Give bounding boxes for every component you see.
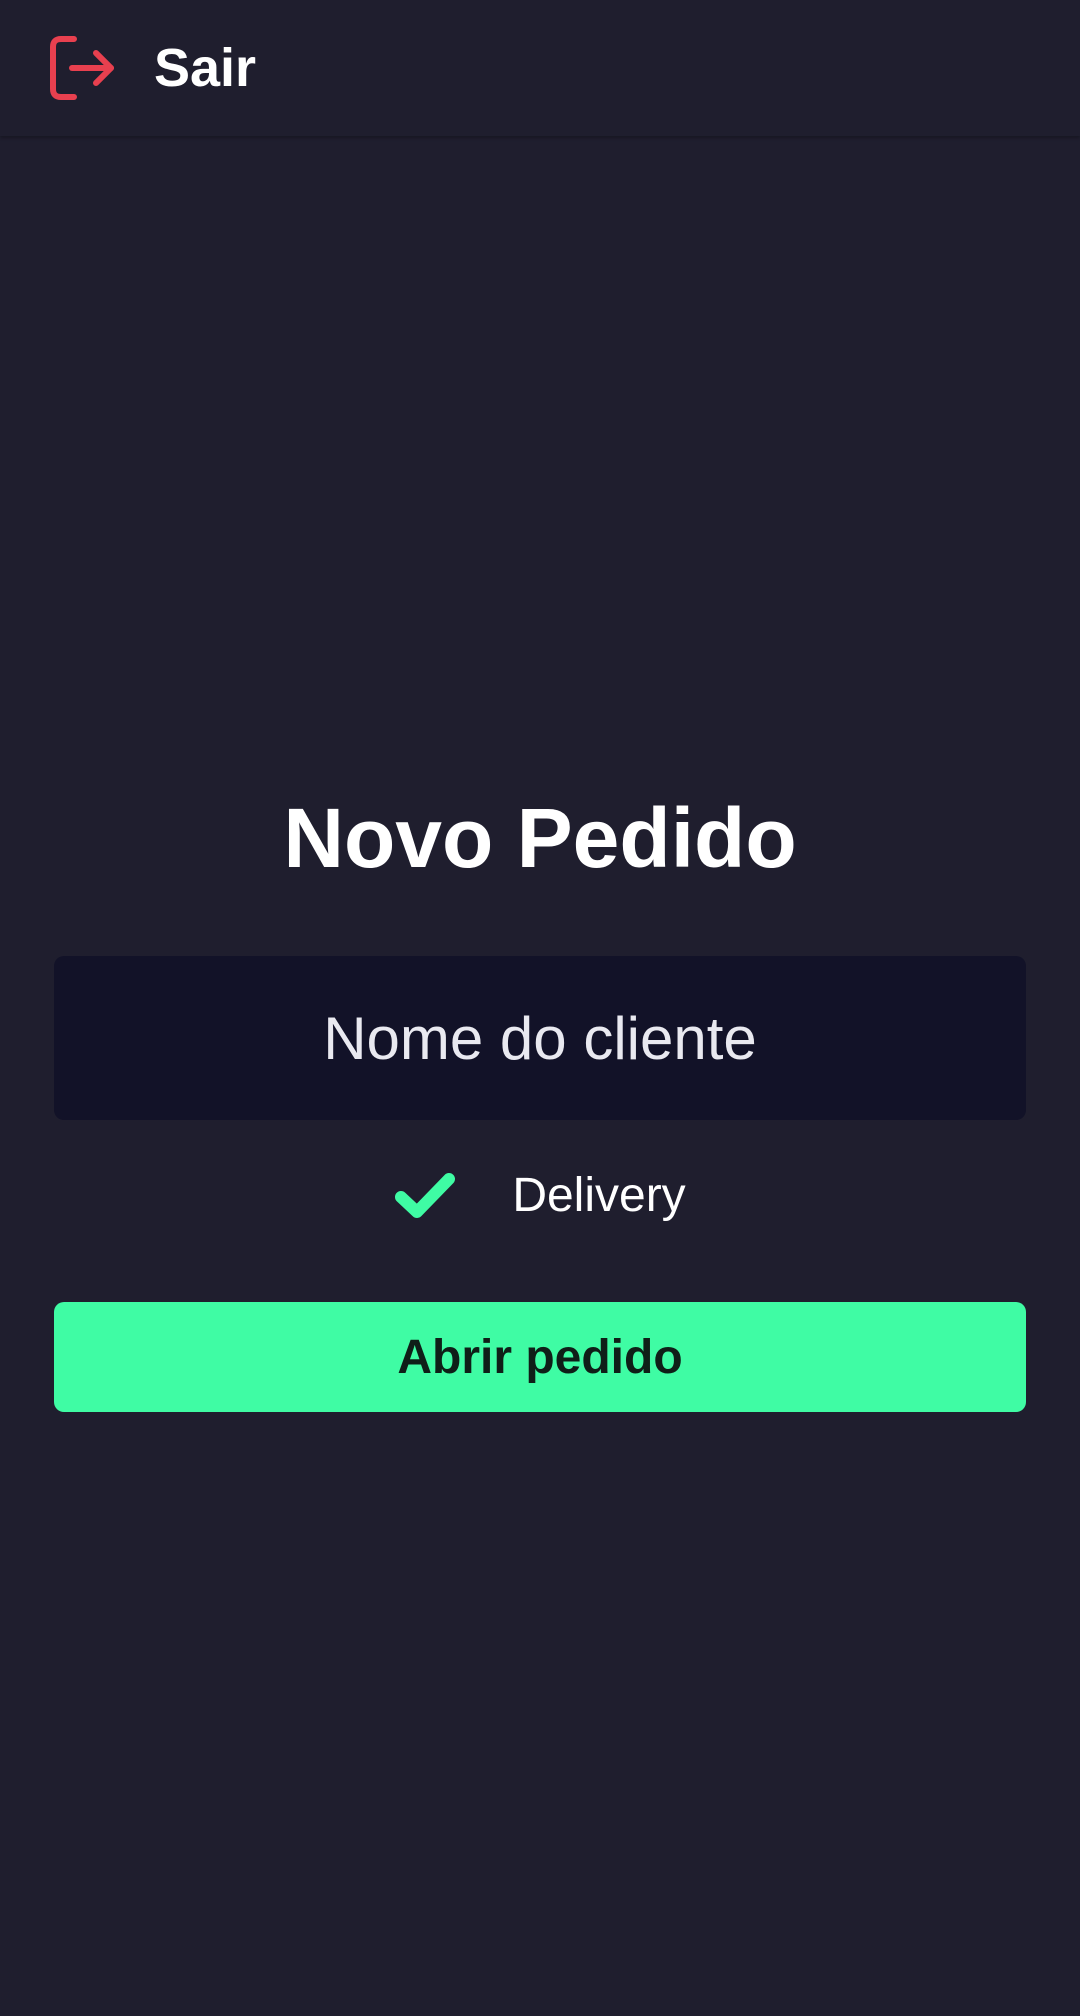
open-order-button[interactable]: Abrir pedido xyxy=(54,1302,1026,1412)
page-title: Novo Pedido xyxy=(283,791,797,885)
check-icon xyxy=(394,1170,456,1220)
customer-name-input[interactable] xyxy=(54,956,1026,1120)
new-order-screen: Sair Novo Pedido Delivery Abrir pedido xyxy=(0,0,1080,2016)
logout-button[interactable]: Sair xyxy=(0,0,280,136)
logout-icon xyxy=(48,34,116,102)
top-bar: Sair xyxy=(0,0,1080,136)
delivery-checkbox[interactable]: Delivery xyxy=(0,1160,1080,1230)
logout-label: Sair xyxy=(154,38,257,98)
delivery-label: Delivery xyxy=(512,1168,686,1222)
